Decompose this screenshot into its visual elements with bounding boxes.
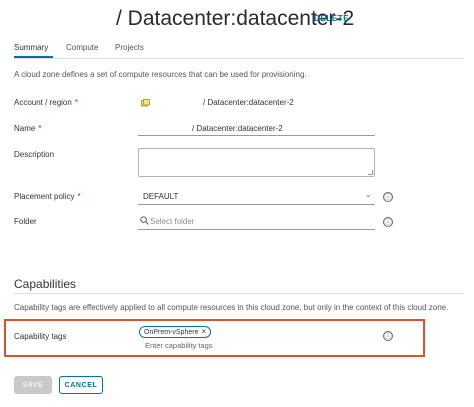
account-region-value: / Datacenter:datacenter-2: [203, 98, 294, 107]
info-icon[interactable]: ⓘ: [383, 192, 393, 202]
required-mark: *: [74, 98, 78, 107]
info-icon[interactable]: ⓘ: [383, 331, 393, 341]
description-textarea[interactable]: [138, 148, 375, 177]
folder-search-input[interactable]: [150, 217, 370, 226]
tab-projects[interactable]: Projects: [115, 43, 175, 59]
capability-tag-label: OnPrem-vSphere: [144, 328, 199, 336]
folder-label: Folder: [14, 217, 37, 226]
description-label: Description: [14, 150, 55, 159]
placement-policy-select[interactable]: DEFAULT: [143, 192, 178, 201]
account-region-label-text: Account / region: [14, 98, 72, 107]
name-field-underline: [138, 135, 375, 136]
tabs-divider: [14, 58, 464, 59]
redacted-title-region: [6, 4, 112, 32]
search-icon: [140, 216, 149, 225]
placement-policy-label: Placement policy *: [14, 192, 81, 201]
cloud-account-icon: [141, 99, 150, 107]
required-mark: *: [77, 192, 81, 201]
redacted-name-prefix: [138, 121, 190, 133]
capability-tags-label: Capability tags: [14, 332, 67, 341]
capability-tag-chip: OnPrem-vSphere ×: [139, 326, 212, 338]
redacted-account-name: [152, 96, 200, 110]
cancel-button[interactable]: CANCEL: [59, 376, 103, 394]
capability-tags-highlight: [4, 319, 425, 357]
required-mark: *: [38, 124, 42, 133]
capabilities-description: Capability tags are effectively applied …: [14, 303, 449, 312]
delete-link[interactable]: DELETE: [314, 14, 349, 23]
save-button[interactable]: SAVE: [14, 376, 52, 394]
intro-text: A cloud zone defines a set of compute re…: [14, 70, 307, 79]
folder-underline: [138, 229, 375, 230]
name-label: Name *: [14, 124, 41, 133]
capabilities-divider: [14, 293, 464, 294]
placement-policy-underline: [138, 204, 375, 205]
info-icon[interactable]: ⓘ: [383, 217, 393, 227]
capabilities-heading: Capabilities: [14, 277, 77, 291]
tab-compute[interactable]: Compute: [66, 43, 115, 59]
close-icon[interactable]: ×: [201, 328, 206, 336]
name-label-text: Name: [14, 124, 36, 133]
capability-tags-input[interactable]: [145, 341, 345, 350]
account-region-label: Account / region *: [14, 98, 78, 107]
resize-handle-icon[interactable]: [368, 170, 373, 175]
placement-policy-label-text: Placement policy: [14, 192, 75, 201]
chevron-down-icon[interactable]: ⌄: [365, 190, 372, 199]
name-field[interactable]: / Datacenter:datacenter-2: [192, 124, 283, 133]
